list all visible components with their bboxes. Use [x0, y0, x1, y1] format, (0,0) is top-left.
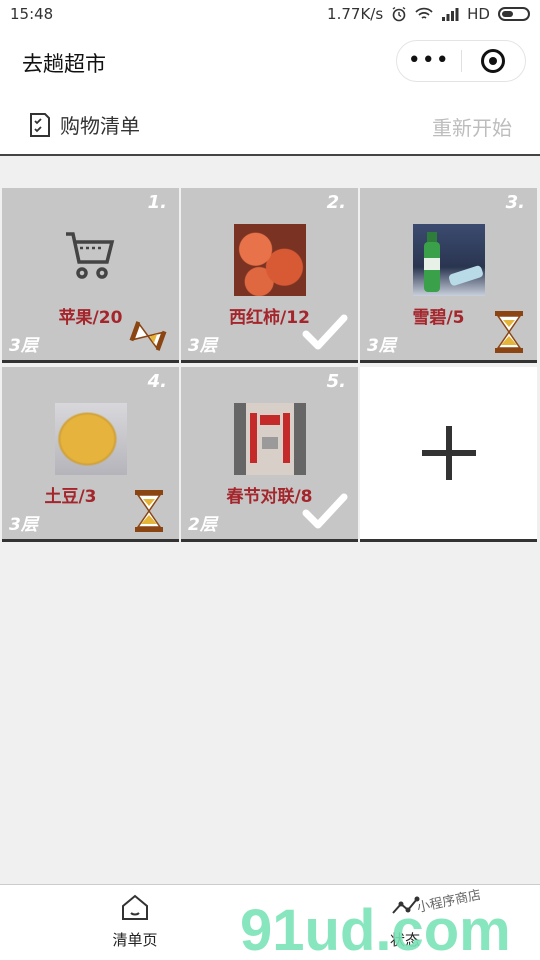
item-number: 4.	[147, 371, 167, 392]
item-card-3[interactable]: 3. 雪碧/5 3层	[360, 188, 537, 363]
potato-image	[55, 403, 127, 475]
page-title: 去趟超市	[22, 52, 106, 76]
restart-button[interactable]: 重新开始	[432, 112, 512, 141]
target-icon	[481, 49, 506, 73]
item-floor: 2层	[188, 515, 217, 535]
item-floor: 3层	[367, 336, 396, 356]
battery-icon	[498, 7, 530, 21]
plus-icon	[421, 426, 476, 480]
cart-icon	[66, 232, 115, 279]
status-icon	[392, 896, 420, 914]
shopping-list-label: 购物清单	[60, 114, 140, 138]
signal-icon	[442, 8, 459, 21]
status-right: 1.77K/s HD	[327, 5, 530, 23]
item-card-1[interactable]: 1. 苹果/20 3层	[2, 188, 179, 363]
more-menu-button[interactable]: •••	[397, 50, 461, 72]
network-type: HD	[467, 5, 490, 23]
tab-label: 清单页	[112, 931, 158, 949]
tomato-image	[234, 224, 306, 296]
home-icon	[122, 894, 148, 920]
hourglass-icon	[129, 321, 167, 351]
checkmark-icon	[302, 314, 348, 350]
add-item-button[interactable]	[360, 367, 537, 542]
item-number: 5.	[326, 371, 346, 392]
checkmark-icon	[302, 493, 348, 529]
sprite-image	[413, 224, 485, 296]
item-card-4[interactable]: 4. 土豆/3 3层	[2, 367, 179, 542]
wifi-icon	[415, 7, 433, 19]
tab-label: 状态	[389, 931, 420, 949]
item-number: 3.	[505, 192, 525, 213]
network-speed: 1.77K/s	[327, 5, 384, 23]
item-floor: 3层	[9, 515, 38, 535]
alarm-icon	[392, 6, 406, 22]
tab-list-page[interactable]: 清单页	[75, 893, 195, 950]
item-card-2[interactable]: 2. 西红柿/12 3层	[181, 188, 358, 363]
status-bar: 15:48 1.77K/s HD	[0, 0, 540, 30]
tab-status[interactable]: 状态	[345, 893, 465, 950]
list-header: 购物清单 重新开始	[0, 92, 540, 156]
nav-bar: 去趟超市 •••	[0, 30, 540, 92]
item-card-5[interactable]: 5. 春节对联/8 2层	[181, 367, 358, 542]
status-time: 15:48	[10, 5, 54, 23]
hourglass-icon	[495, 311, 523, 353]
item-number: 1.	[147, 192, 167, 213]
item-floor: 3层	[188, 336, 217, 356]
shopping-list-title[interactable]: 购物清单	[28, 110, 140, 139]
couplet-image	[234, 403, 306, 475]
close-miniprogram-button[interactable]	[462, 49, 526, 73]
tab-bar: 清单页 状态	[0, 884, 540, 960]
item-number: 2.	[326, 192, 346, 213]
item-floor: 3层	[9, 336, 38, 356]
hourglass-icon	[135, 490, 163, 532]
checklist-icon	[30, 112, 50, 137]
miniprogram-capsule: •••	[396, 40, 526, 82]
